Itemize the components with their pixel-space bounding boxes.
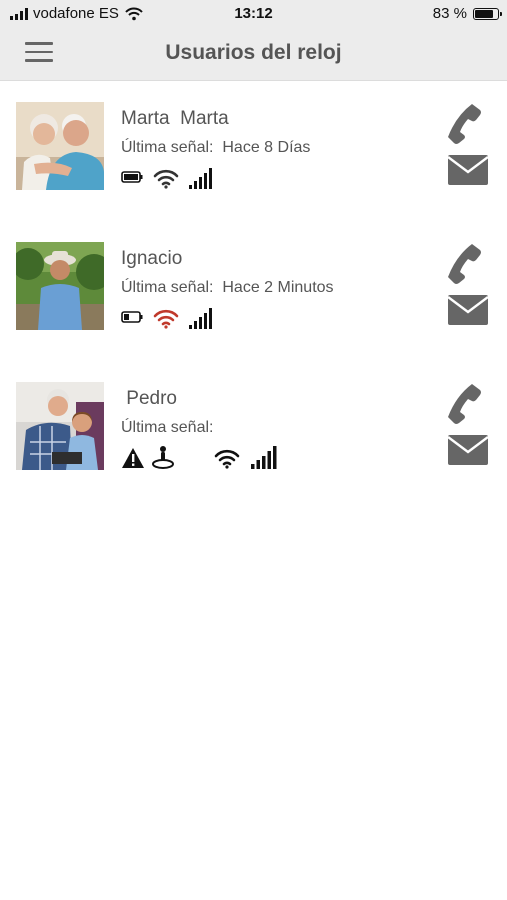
user-name: Marta Marta	[121, 108, 229, 129]
avatar[interactable]	[16, 242, 104, 330]
last-signal: Última señal: Hace 8 Días	[121, 139, 310, 157]
last-signal-label: Última señal:	[121, 419, 214, 436]
phone-icon[interactable]	[444, 102, 490, 144]
status-bar: vodafone ES 13:12 83 %	[0, 0, 507, 28]
phone-icon[interactable]	[444, 242, 490, 284]
page-title: Usuarios del reloj	[165, 41, 342, 64]
last-signal-value: Hace 8 Días	[222, 139, 311, 156]
user-name: Ignacio	[121, 248, 183, 269]
device-status-icons	[121, 305, 225, 329]
user-row-pedro[interactable]: Pedro Última señal:	[0, 382, 507, 492]
last-signal-value: Hace 2 Minutos	[222, 279, 334, 296]
battery-full-icon	[121, 171, 143, 183]
user-name: Pedro	[121, 388, 177, 409]
battery-info: 83 %	[432, 5, 502, 22]
mail-icon[interactable]	[448, 295, 488, 325]
mail-icon[interactable]	[448, 435, 488, 465]
device-status-icons	[121, 445, 289, 469]
user-row-marta[interactable]: Marta Marta Última señal: Hace 8 Días	[0, 102, 507, 212]
location-person-icon	[152, 446, 174, 469]
header-bar: Usuarios del reloj	[0, 28, 507, 81]
wifi-icon	[153, 309, 179, 329]
last-signal: Última señal: Hace 2 Minutos	[121, 279, 334, 297]
mail-icon[interactable]	[448, 155, 488, 185]
last-signal-label: Última señal:	[121, 139, 214, 156]
avatar[interactable]	[16, 102, 104, 190]
status-time: 13:12	[234, 5, 273, 22]
cell-signal-icon	[189, 168, 212, 189]
warning-icon	[122, 448, 144, 468]
last-signal-label: Última señal:	[121, 279, 214, 296]
last-signal: Última señal:	[121, 419, 222, 437]
avatar[interactable]	[16, 382, 104, 470]
wifi-icon	[214, 449, 240, 469]
user-row-ignacio[interactable]: Ignacio Última señal: Hace 2 Minutos	[0, 242, 507, 352]
battery-low-icon	[121, 311, 143, 323]
battery-icon	[473, 7, 502, 20]
cell-signal-icon	[189, 308, 212, 329]
phone-icon[interactable]	[444, 382, 490, 424]
cell-signal-icon	[251, 446, 277, 469]
device-status-icons	[121, 165, 225, 189]
wifi-icon	[153, 169, 179, 189]
battery-percent: 83 %	[432, 5, 467, 22]
